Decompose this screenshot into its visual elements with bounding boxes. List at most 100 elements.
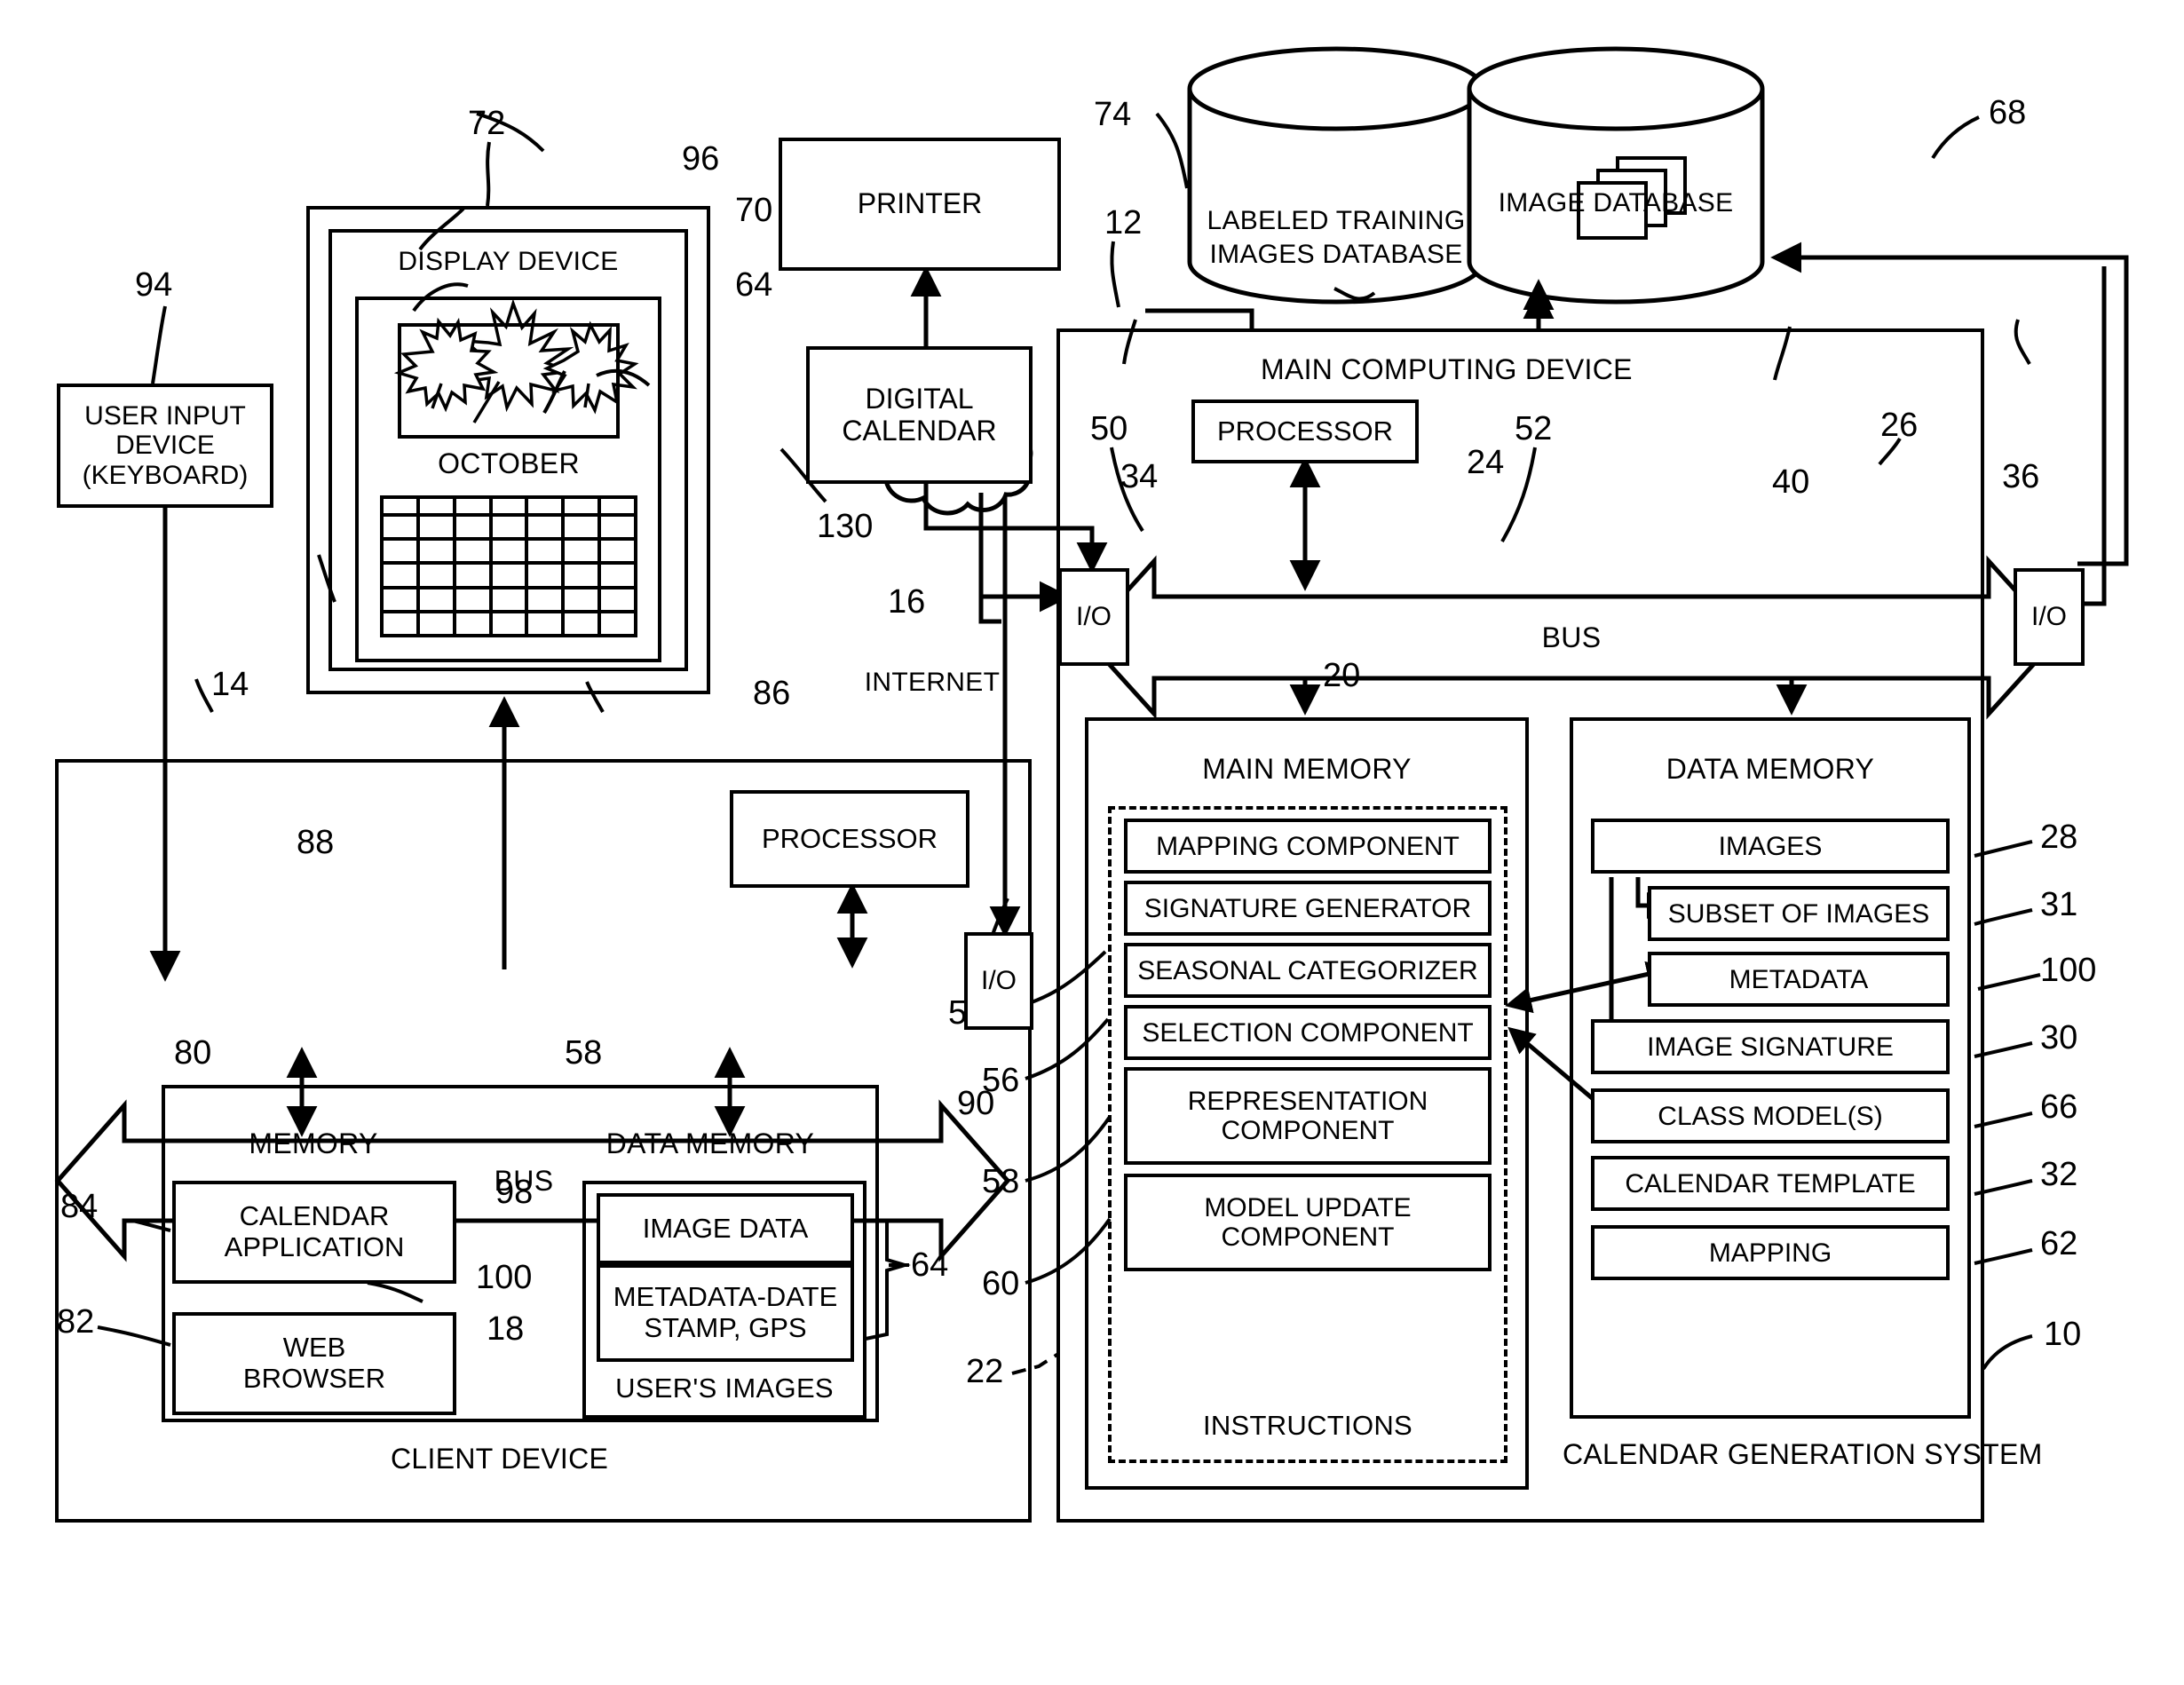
- ref-64-client-brace: 64: [911, 1246, 949, 1284]
- calendar-cell: [455, 613, 493, 637]
- ref-36: 36: [2002, 458, 2040, 495]
- client-io-label: I/O: [980, 966, 1017, 996]
- ref-30: 30: [2040, 1019, 2078, 1056]
- client-memory-label: MEMORY: [249, 1127, 378, 1159]
- calendar-application-label-line1: CALENDAR: [239, 1200, 390, 1232]
- client-io-box: I/O: [964, 932, 1033, 1030]
- system-processor-label: PROCESSOR: [1216, 415, 1394, 447]
- main-memory-item-signature-generator: SIGNATURE GENERATOR: [1124, 881, 1492, 936]
- ref-52: 52: [1515, 410, 1553, 447]
- metadata-label-line1: METADATA-DATE: [613, 1281, 838, 1313]
- image-data-box: IMAGE DATA: [597, 1193, 854, 1264]
- calendar-cell: [492, 517, 529, 542]
- ref-10: 10: [2044, 1316, 2082, 1353]
- data-memory-item-label: SUBSET OF IMAGES: [1667, 898, 1930, 929]
- main-memory-item-seasonal-categorizer: SEASONAL CATEGORIZER: [1124, 943, 1492, 998]
- client-processor-box: PROCESSOR: [730, 790, 969, 888]
- metadata-label-line2: STAMP, GPS: [644, 1312, 807, 1343]
- system-data-memory-label: DATA MEMORY: [1666, 753, 1875, 785]
- internet-label: INTERNET: [864, 668, 1001, 697]
- calendar-cell: [528, 499, 566, 517]
- system-io-right-label: I/O: [2030, 602, 2067, 632]
- system-io-left-label: I/O: [1075, 602, 1112, 632]
- calendar-application-label-line2: APPLICATION: [224, 1231, 405, 1262]
- ref-72: 72: [468, 105, 506, 142]
- data-memory-item-subset-of-images: SUBSET OF IMAGES: [1648, 886, 1950, 941]
- ref-94: 94: [135, 266, 173, 304]
- diagram-canvas: USER INPUT DEVICE (KEYBOARD) 94 DISPLAY …: [0, 0, 2184, 1685]
- calendar-image-frame: [398, 323, 620, 439]
- calendar-application-box: CALENDAR APPLICATION: [172, 1181, 456, 1284]
- data-memory-item-label: IMAGES: [1718, 831, 1823, 861]
- calendar-cell: [384, 499, 420, 517]
- data-memory-item-label: CALENDAR TEMPLATE: [1625, 1168, 1916, 1198]
- ref-16: 16: [888, 583, 926, 621]
- printer-box: PRINTER: [779, 138, 1061, 271]
- system-io-left-box: I/O: [1058, 568, 1129, 666]
- calendar-cell: [419, 541, 456, 566]
- calendar-cell: [384, 613, 420, 637]
- data-memory-item-label: IMAGE SIGNATURE: [1647, 1032, 1894, 1062]
- main-memory-item-representation-component: REPRESENTATION COMPONENT: [1124, 1067, 1492, 1165]
- client-device-label: CLIENT DEVICE: [391, 1443, 609, 1475]
- ref-84: 84: [60, 1188, 99, 1225]
- main-memory-item-label-line1: MODEL UPDATE: [1204, 1193, 1412, 1222]
- image-db-label: IMAGE DATABASE: [1498, 188, 1734, 218]
- calendar-cell: [455, 541, 493, 566]
- user-input-device-label-line3: (KEYBOARD): [82, 460, 249, 490]
- ref-32: 32: [2040, 1156, 2078, 1193]
- data-memory-item-images: IMAGES: [1591, 819, 1950, 874]
- calendar-grid: [380, 495, 637, 637]
- system-io-right-box: I/O: [2014, 568, 2085, 666]
- calendar-cell: [601, 499, 637, 517]
- main-memory-item-selection-component: SELECTION COMPONENT: [1124, 1005, 1492, 1060]
- ref-70: 70: [735, 192, 773, 229]
- calendar-cell: [492, 541, 529, 566]
- db-image-database-shape: [1467, 46, 1765, 305]
- calendar-cell: [419, 565, 456, 589]
- ref-100-system: 100: [2040, 952, 2097, 989]
- ref-24: 24: [1467, 444, 1505, 481]
- main-memory-item-mapping-component: MAPPING COMPONENT: [1124, 819, 1492, 874]
- calendar-cell: [565, 565, 602, 589]
- calendar-cell: [528, 565, 566, 589]
- calendar-cell: [565, 517, 602, 542]
- calendar-cell: [384, 541, 420, 566]
- main-memory-item-model-update-component: MODEL UPDATE COMPONENT: [1124, 1174, 1492, 1271]
- main-computing-device-label: MAIN COMPUTING DEVICE: [1261, 353, 1633, 385]
- calendar-cell: [528, 541, 566, 566]
- data-memory-item-class-models: CLASS MODEL(S): [1591, 1088, 1950, 1143]
- calendar-cell: [419, 517, 456, 542]
- digital-calendar-label-line1: DIGITAL: [865, 382, 974, 415]
- ref-34: 34: [1120, 458, 1159, 495]
- calendar-cell: [384, 589, 420, 613]
- users-images-label: USER'S IMAGES: [615, 1373, 834, 1404]
- main-memory-item-label: SEASONAL CATEGORIZER: [1137, 955, 1478, 985]
- main-memory-item-label-line2: COMPONENT: [1221, 1116, 1395, 1145]
- main-memory-item-label-line1: REPRESENTATION: [1187, 1087, 1428, 1116]
- labeled-training-db-label-line1: LABELED TRAINING: [1207, 206, 1466, 235]
- calendar-cell: [419, 589, 456, 613]
- calendar-cell: [528, 613, 566, 637]
- calendar-cell: [601, 541, 637, 566]
- main-memory-item-label: SELECTION COMPONENT: [1142, 1017, 1474, 1048]
- instructions-label: INSTRUCTIONS: [1202, 1410, 1413, 1441]
- calendar-cell: [601, 589, 637, 613]
- labeled-training-db-label-line2: IMAGES DATABASE: [1209, 240, 1463, 269]
- ref-64-display: 64: [735, 266, 773, 304]
- ref-90: 90: [957, 1085, 995, 1122]
- calendar-cell: [419, 613, 456, 637]
- web-browser-label-line2: BROWSER: [242, 1363, 386, 1394]
- ref-62: 62: [2040, 1225, 2078, 1262]
- calendar-cell: [492, 613, 529, 637]
- calendar-cell: [565, 541, 602, 566]
- metadata-date-stamp-gps-box: METADATA-DATE STAMP, GPS: [597, 1264, 854, 1362]
- ref-80: 80: [174, 1034, 212, 1072]
- calendar-cell: [455, 517, 493, 542]
- ref-12: 12: [1104, 204, 1143, 241]
- calendar-month-label: OCTOBER: [438, 447, 580, 479]
- system-bus-label: BUS: [1541, 621, 1602, 653]
- calendar-cell: [565, 589, 602, 613]
- data-memory-item-mapping: MAPPING: [1591, 1225, 1950, 1280]
- calendar-cell: [419, 499, 456, 517]
